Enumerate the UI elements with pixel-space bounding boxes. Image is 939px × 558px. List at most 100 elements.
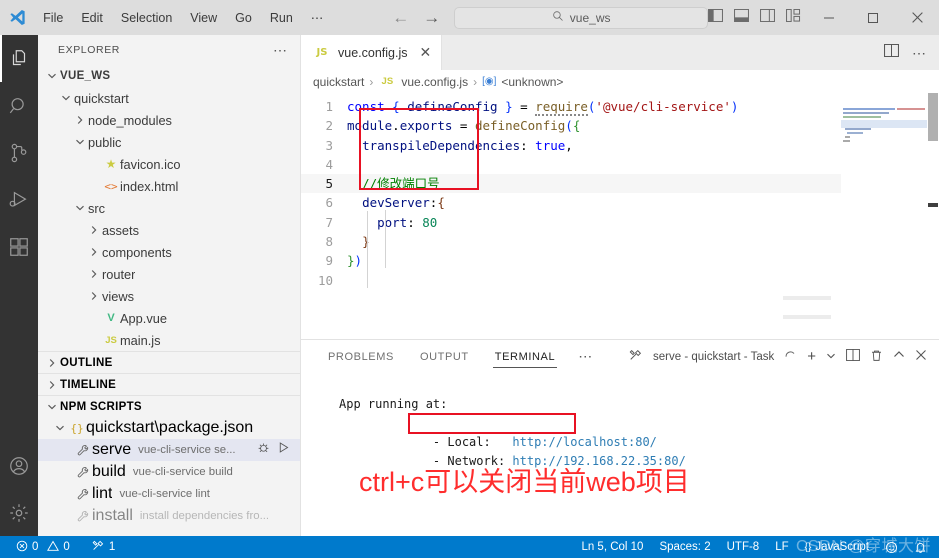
network-url[interactable]: http://192.168.22.35:80/ (512, 454, 685, 468)
breadcrumb-file[interactable]: vue.config.js (401, 75, 468, 89)
npm-script-install[interactable]: install install dependencies fro... (38, 505, 300, 527)
activity-accounts-button[interactable] (0, 442, 38, 489)
status-cursor-position[interactable]: Ln 5, Col 10 (573, 536, 651, 558)
minimize-button[interactable] (807, 0, 851, 35)
status-smiley-feedback[interactable] (877, 536, 906, 558)
tree-rows: quickstart node_modulespublic ★ favicon.ico… (38, 87, 300, 351)
tree-item-router[interactable]: router (38, 263, 300, 285)
chevron-down-icon (52, 423, 68, 433)
tree-item-quickstart[interactable]: quickstart (38, 87, 300, 109)
status-problems[interactable]: 0 0 (8, 536, 78, 558)
tree-item-src[interactable]: src (38, 197, 300, 219)
status-ports[interactable]: 1 (84, 536, 123, 558)
npm-script-build[interactable]: build vue-cli-service build (38, 461, 300, 483)
editor-scrollbar[interactable] (927, 93, 939, 339)
close-icon[interactable]: ✕ (419, 44, 431, 61)
tab-problems[interactable]: PROBLEMS (315, 340, 407, 373)
vscode-window: File Edit Selection View Go Run ⋯ ← → vu… (0, 0, 939, 558)
split-editor-icon[interactable] (884, 43, 899, 62)
tree-item-components[interactable]: components (38, 241, 300, 263)
tools-icon (92, 539, 105, 555)
tree-item-main-js[interactable]: JS main.js (38, 329, 300, 351)
window-controls (807, 0, 939, 35)
tab-vue-config-js[interactable]: JS vue.config.js ✕ (301, 35, 443, 70)
status-indentation[interactable]: Spaces: 2 (651, 536, 718, 558)
terminal-line-local: - Local: http://localhost:80/ (339, 414, 939, 449)
tab-terminal[interactable]: TERMINAL (482, 340, 568, 373)
activity-run-debug-button[interactable] (0, 176, 38, 223)
tree-item-node-modules[interactable]: node_modules (38, 109, 300, 131)
status-language-mode[interactable]: {} JavaScript (797, 536, 877, 558)
kill-terminal-icon[interactable] (870, 349, 883, 365)
chevron-right-icon (72, 115, 88, 125)
new-terminal-icon[interactable]: + (807, 349, 816, 364)
menu-run[interactable]: Run (261, 7, 302, 29)
toggle-panel-icon[interactable] (734, 8, 749, 27)
go-forward-icon[interactable]: → (423, 9, 440, 26)
customize-layout-icon[interactable] (786, 8, 801, 27)
maximize-panel-icon[interactable] (893, 350, 905, 363)
activity-extensions-button[interactable] (0, 223, 38, 270)
active-terminal-label[interactable]: serve - quickstart - Task (653, 351, 774, 363)
line-number: 3 (325, 137, 333, 153)
editor-tabs-bar: JS vue.config.js ✕ ⋯ (301, 35, 939, 70)
activity-explorer-button[interactable] (0, 35, 38, 82)
section-timeline[interactable]: TIMELINE (38, 373, 300, 395)
line-content: devServer:{ (362, 195, 445, 211)
tree-item-label: public (88, 134, 122, 150)
debug-icon[interactable] (257, 441, 270, 459)
activity-search-button[interactable] (0, 82, 38, 129)
run-icon[interactable] (277, 441, 290, 459)
tree-item-index-html[interactable]: <> index.html (38, 175, 300, 197)
tree-item-app-vue[interactable]: V App.vue (38, 307, 300, 329)
chevron-right-icon (86, 225, 102, 235)
status-notifications-bell[interactable] (906, 536, 935, 558)
code-editor[interactable]: 1 const { defineConfig } = require('@vue/… (301, 93, 939, 339)
npm-package-json-row[interactable]: {} quickstart\package.json (38, 417, 300, 439)
quick-open-search[interactable]: vue_ws (454, 6, 708, 29)
tree-item-label: index.html (120, 178, 179, 194)
minimap[interactable] (783, 93, 927, 339)
explorer-sidebar: EXPLORER ⋯ VUE_WS quickstart node_modules… (38, 35, 301, 536)
chevron-right-icon (86, 269, 102, 279)
tree-item-label: quickstart (74, 90, 129, 106)
explorer-more-actions-icon[interactable]: ⋯ (273, 42, 288, 59)
menu-more[interactable]: ⋯ (302, 6, 333, 29)
breadcrumb-folder[interactable]: quickstart (313, 75, 364, 89)
activity-source-control-button[interactable] (0, 129, 38, 176)
editor-scrollbar-thumb[interactable] (928, 93, 938, 141)
local-url[interactable]: http://localhost:80/ (512, 435, 657, 449)
tree-item-views[interactable]: views (38, 285, 300, 307)
maximize-button[interactable] (851, 0, 895, 35)
toggle-secondary-sidebar-icon[interactable] (760, 8, 775, 27)
toggle-primary-sidebar-icon[interactable] (708, 8, 723, 27)
activity-settings-button[interactable] (0, 489, 38, 536)
tree-item-assets[interactable]: assets (38, 219, 300, 241)
npm-script-lint[interactable]: lint vue-cli-service lint (38, 483, 300, 505)
split-terminal-icon[interactable] (846, 348, 860, 364)
terminal-output[interactable]: App running at: - Local: http://localhos… (301, 373, 939, 536)
menu-selection[interactable]: Selection (112, 7, 181, 29)
tree-item-public[interactable]: public (38, 131, 300, 153)
more-actions-icon[interactable]: ⋯ (912, 46, 927, 60)
section-npm-scripts[interactable]: NPM SCRIPTS (38, 395, 300, 417)
menu-view[interactable]: View (181, 7, 226, 29)
go-back-icon[interactable]: ← (392, 9, 409, 26)
tab-output[interactable]: OUTPUT (407, 340, 482, 373)
menu-edit[interactable]: Edit (72, 7, 112, 29)
npm-script-serve[interactable]: serve vue-cli-service se... (38, 439, 300, 461)
status-encoding[interactable]: UTF-8 (719, 536, 768, 558)
line-number: 9 (325, 253, 333, 269)
breadcrumb-symbol[interactable]: <unknown> (501, 75, 563, 89)
menu-file[interactable]: File (34, 7, 72, 29)
section-outline[interactable]: OUTLINE (38, 351, 300, 373)
panel-more-tabs-icon[interactable]: ⋯ (568, 348, 603, 365)
status-eol[interactable]: LF (767, 536, 796, 558)
close-panel-icon[interactable] (915, 349, 927, 364)
menu-go[interactable]: Go (226, 7, 261, 29)
tree-item-favicon-ico[interactable]: ★ favicon.ico (38, 153, 300, 175)
tree-root-vue-ws[interactable]: VUE_WS (38, 65, 300, 87)
terminal-dropdown-icon[interactable] (826, 351, 836, 363)
js-icon: JS (105, 334, 117, 346)
close-button[interactable] (895, 0, 939, 35)
